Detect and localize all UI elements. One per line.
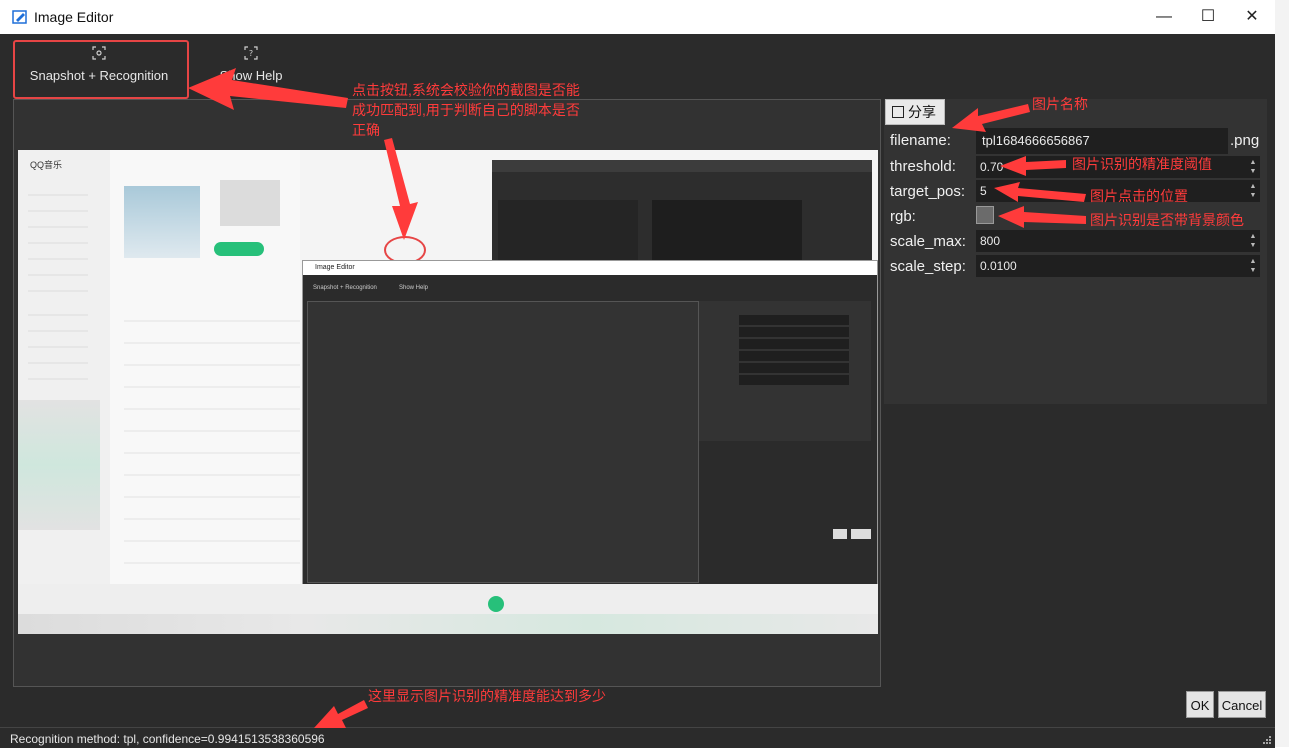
scale-step-stepper[interactable]: ▲ ▼ [1248, 257, 1258, 275]
scale-max-spinbox[interactable]: 800 ▲ ▼ [976, 230, 1260, 252]
image-editor-window: Image Editor — ☐ ✕ Snapshot + Recognitio… [0, 0, 1289, 748]
snapshot-highlight-box [13, 40, 189, 99]
svg-text:?: ? [249, 49, 253, 58]
button-annotation-line-3: 正确 [352, 122, 380, 138]
captured-screenshot: QQ音乐 Image Editor Snapshot + Recognition… [18, 150, 878, 634]
qq-music-sidebar: QQ音乐 [18, 150, 110, 634]
scale-max-stepper[interactable]: ▲ ▼ [1248, 232, 1258, 250]
filename-label: filename: [890, 132, 951, 149]
target-pos-stepper[interactable]: ▲ ▼ [1248, 182, 1258, 200]
scale-step-label: scale_step: [890, 258, 966, 275]
window-title: Image Editor [34, 9, 114, 25]
button-annotation-line-2: 成功匹配到,用于判断自己的脚本是否 [352, 102, 580, 118]
embedded-snapshot-label: Snapshot + Recognition [313, 285, 377, 291]
embedded-ide-window [492, 160, 872, 264]
share-label: 分享 [908, 104, 936, 120]
embedded-image-editor: Image Editor Snapshot + Recognition Show… [302, 260, 878, 600]
qq-music-player-bar [18, 584, 878, 634]
embedded-canvas [307, 301, 699, 583]
filename-input[interactable]: tpl1684666656867 [976, 128, 1228, 154]
threshold-annotation: 图片识别的精准度阈值 [1072, 156, 1212, 172]
rgb-label: rgb: [890, 208, 916, 225]
share-icon [892, 106, 904, 118]
toolbar: Snapshot + Recognition ? Show Help [0, 34, 1275, 96]
cancel-button[interactable]: Cancel [1218, 691, 1266, 718]
resize-grip-icon[interactable] [1262, 735, 1272, 745]
target-pos-value: 5 [980, 184, 987, 198]
embedded-editor-title: Image Editor [303, 261, 877, 275]
image-editor-icon [12, 10, 27, 24]
filename-value: tpl1684666656867 [982, 133, 1090, 148]
scale-step-spinbox[interactable]: 0.0100 ▲ ▼ [976, 255, 1260, 277]
target-pos-label: target_pos: [890, 183, 966, 200]
rgb-annotation: 图片识别是否带背景颜色 [1090, 212, 1244, 228]
help-icon: ? [244, 46, 258, 60]
status-text: Recognition method: tpl, confidence=0.99… [10, 732, 325, 746]
button-annotation-line-1: 点击按钮,系统会校验你的截图是否能 [352, 82, 580, 98]
maximize-button[interactable]: ☐ [1194, 6, 1222, 28]
threshold-label: threshold: [890, 158, 956, 175]
button-annotation: 点击按钮,系统会校验你的截图是否能 成功匹配到,用于判断自己的脚本是否 正确 [352, 80, 580, 140]
status-annotation: 这里显示图片识别的精准度能达到多少 [368, 688, 606, 704]
scale-max-label: scale_max: [890, 233, 966, 250]
qq-music-playlist [110, 150, 300, 634]
filename-suffix: .png [1230, 132, 1260, 149]
scale-max-value: 800 [980, 234, 1001, 248]
target-pos-annotation: 图片点击的位置 [1090, 188, 1188, 204]
arrow-to-status [314, 700, 368, 728]
minimize-button[interactable]: — [1150, 6, 1178, 28]
share-button[interactable]: 分享 [885, 99, 945, 125]
status-bar: Recognition method: tpl, confidence=0.99… [0, 727, 1275, 748]
threshold-stepper[interactable]: ▲ ▼ [1248, 158, 1258, 176]
close-button[interactable]: ✕ [1238, 6, 1266, 28]
show-help-button[interactable]: ? Show Help [210, 40, 292, 92]
show-help-label: Show Help [219, 68, 283, 83]
filename-annotation: 图片名称 [1032, 96, 1088, 112]
rgb-checkbox[interactable] [976, 206, 994, 224]
threshold-value: 0.70 [980, 160, 1004, 174]
qq-music-logo: QQ音乐 [30, 160, 63, 170]
window-edge [1275, 0, 1289, 747]
embedded-help-label: Show Help [399, 285, 429, 291]
embedded-panel [699, 301, 871, 441]
ok-button[interactable]: OK [1186, 691, 1214, 718]
title-bar: Image Editor — ☐ ✕ [0, 0, 1275, 35]
scale-step-value: 0.0100 [980, 259, 1017, 273]
